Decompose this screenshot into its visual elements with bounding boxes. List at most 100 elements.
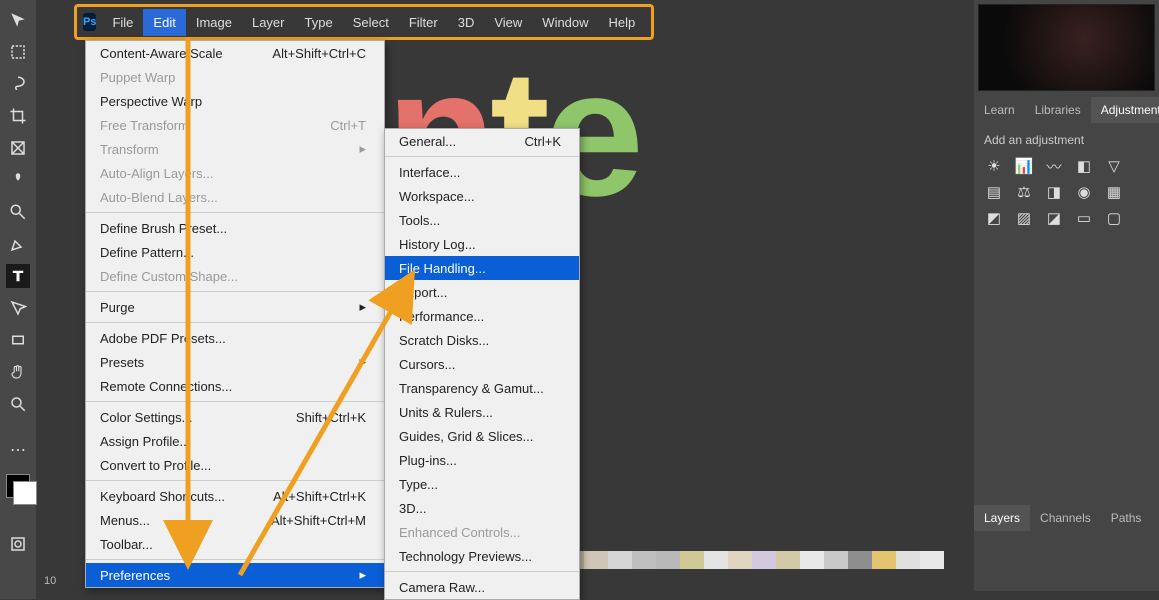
panel-tabs-2: LayersChannelsPaths xyxy=(974,505,1159,531)
menuitem-transform: Transform▸ xyxy=(86,137,384,161)
quickmask-icon[interactable] xyxy=(6,532,30,556)
menuitem-menus[interactable]: Menus...Alt+Shift+Ctrl+M xyxy=(86,508,384,532)
swatch xyxy=(752,551,776,569)
swatch xyxy=(800,551,824,569)
tab-libraries[interactable]: Libraries xyxy=(1025,97,1091,123)
swatch xyxy=(848,551,872,569)
menu-layer[interactable]: Layer xyxy=(242,9,295,36)
swatch xyxy=(896,551,920,569)
menu-select[interactable]: Select xyxy=(343,9,399,36)
mixer-icon[interactable]: ▦ xyxy=(1104,183,1124,201)
adjustments-label: Add an adjustment xyxy=(974,123,1159,153)
menuitem-presets[interactable]: Presets▸ xyxy=(86,350,384,374)
marquee-tool-icon[interactable] xyxy=(6,40,30,64)
tab-channels[interactable]: Channels xyxy=(1030,505,1101,531)
photo-filter-icon[interactable]: ◉ xyxy=(1074,183,1094,201)
poster-icon[interactable]: ▨ xyxy=(1014,209,1034,227)
menuitem-tools[interactable]: Tools... xyxy=(385,208,579,232)
swatch xyxy=(872,551,896,569)
menu-file[interactable]: File xyxy=(102,9,143,36)
thresh-icon[interactable]: ◪ xyxy=(1044,209,1064,227)
doc-status: 10 xyxy=(36,571,56,591)
menu-3d[interactable]: 3D xyxy=(448,9,485,36)
menuitem-convert-to-profile[interactable]: Convert to Profile... xyxy=(86,453,384,477)
navigator-preview[interactable] xyxy=(978,4,1155,91)
swatch xyxy=(584,551,608,569)
bw-icon[interactable]: ◨ xyxy=(1044,183,1064,201)
menuitem-file-handling[interactable]: File Handling... xyxy=(385,256,579,280)
menuitem-export[interactable]: Export... xyxy=(385,280,579,304)
menuitem-purge[interactable]: Purge▸ xyxy=(86,295,384,319)
menuitem-scratch-disks[interactable]: Scratch Disks... xyxy=(385,328,579,352)
eyedropper-tool-icon[interactable] xyxy=(6,168,30,192)
tab-learn[interactable]: Learn xyxy=(974,97,1025,123)
menu-help[interactable]: Help xyxy=(599,9,646,36)
tab-paths[interactable]: Paths xyxy=(1101,505,1152,531)
menuitem-workspace[interactable]: Workspace... xyxy=(385,184,579,208)
pen-tool-icon[interactable] xyxy=(6,232,30,256)
edit-menu: Content-Aware ScaleAlt+Shift+Ctrl+CPuppe… xyxy=(85,40,385,588)
move-tool-icon[interactable] xyxy=(6,8,30,32)
zoom-tool-icon[interactable] xyxy=(6,392,30,416)
menu-view[interactable]: View xyxy=(484,9,532,36)
sel-color-icon[interactable]: ▢ xyxy=(1104,209,1124,227)
menuitem-history-log[interactable]: History Log... xyxy=(385,232,579,256)
menuitem-adobe-pdf-presets[interactable]: Adobe PDF Presets... xyxy=(86,326,384,350)
hand-tool-icon[interactable] xyxy=(6,360,30,384)
menu-window[interactable]: Window xyxy=(532,9,598,36)
gradmap-icon[interactable]: ▭ xyxy=(1074,209,1094,227)
tab-adjustments[interactable]: Adjustments xyxy=(1091,97,1159,123)
menuitem-define-brush-preset[interactable]: Define Brush Preset... xyxy=(86,216,384,240)
menuitem-interface[interactable]: Interface... xyxy=(385,160,579,184)
menuitem-preferences[interactable]: Preferences▸ xyxy=(86,563,384,587)
menuitem-define-pattern[interactable]: Define Pattern... xyxy=(86,240,384,264)
hue-icon[interactable]: ▤ xyxy=(984,183,1004,201)
swatch xyxy=(920,551,944,569)
brightness-icon[interactable]: ☀ xyxy=(984,157,1004,175)
invert-icon[interactable]: ◩ xyxy=(984,209,1004,227)
frame-tool-icon[interactable] xyxy=(6,136,30,160)
wand-tool-icon[interactable] xyxy=(6,200,30,224)
levels-icon[interactable]: 📊 xyxy=(1014,157,1034,175)
menuitem-camera-raw[interactable]: Camera Raw... xyxy=(385,575,579,599)
swatch xyxy=(824,551,848,569)
menuitem-plug-ins[interactable]: Plug-ins... xyxy=(385,448,579,472)
menuitem-assign-profile[interactable]: Assign Profile... xyxy=(86,429,384,453)
balance-icon[interactable]: ⚖ xyxy=(1014,183,1034,201)
menuitem-content-aware-scale[interactable]: Content-Aware ScaleAlt+Shift+Ctrl+C xyxy=(86,41,384,65)
menuitem-transparency-gamut[interactable]: Transparency & Gamut... xyxy=(385,376,579,400)
menuitem-type[interactable]: Type... xyxy=(385,472,579,496)
exposure-icon[interactable]: ◧ xyxy=(1074,157,1094,175)
menuitem-technology-previews[interactable]: Technology Previews... xyxy=(385,544,579,568)
menu-image[interactable]: Image xyxy=(186,9,242,36)
menuitem-toolbar[interactable]: Toolbar... xyxy=(86,532,384,556)
color-swatch[interactable] xyxy=(6,474,30,498)
vibrance-icon[interactable]: ▽ xyxy=(1104,157,1124,175)
menu-type[interactable]: Type xyxy=(295,9,343,36)
menuitem-keyboard-shortcuts[interactable]: Keyboard Shortcuts...Alt+Shift+Ctrl+K xyxy=(86,484,384,508)
menuitem-remote-connections[interactable]: Remote Connections... xyxy=(86,374,384,398)
type-tool-icon[interactable] xyxy=(6,264,30,288)
swatch xyxy=(776,551,800,569)
curves-icon[interactable]: 〰 xyxy=(1044,157,1064,175)
right-panel: LearnLibrariesAdjustments Add an adjustm… xyxy=(974,0,1159,591)
menuitem-free-transform: Free TransformCtrl+T xyxy=(86,113,384,137)
menuitem-3d[interactable]: 3D... xyxy=(385,496,579,520)
lasso-tool-icon[interactable] xyxy=(6,72,30,96)
menu-edit[interactable]: Edit xyxy=(143,9,185,36)
adjustment-icons-row1: ☀ 📊 〰 ◧ ▽ xyxy=(974,153,1159,179)
menuitem-units-rulers[interactable]: Units & Rulers... xyxy=(385,400,579,424)
menuitem-cursors[interactable]: Cursors... xyxy=(385,352,579,376)
more-tool-icon[interactable]: ⋯ xyxy=(6,438,30,462)
tool-column: ⋯ xyxy=(0,0,36,599)
tab-layers[interactable]: Layers xyxy=(974,505,1030,531)
menuitem-performance[interactable]: Performance... xyxy=(385,304,579,328)
menu-filter[interactable]: Filter xyxy=(399,9,448,36)
crop-tool-icon[interactable] xyxy=(6,104,30,128)
path-tool-icon[interactable] xyxy=(6,296,30,320)
menuitem-color-settings[interactable]: Color Settings...Shift+Ctrl+K xyxy=(86,405,384,429)
menuitem-perspective-warp[interactable]: Perspective Warp xyxy=(86,89,384,113)
menuitem-general[interactable]: General...Ctrl+K xyxy=(385,129,579,153)
menuitem-guides-grid-slices[interactable]: Guides, Grid & Slices... xyxy=(385,424,579,448)
rect-tool-icon[interactable] xyxy=(6,328,30,352)
